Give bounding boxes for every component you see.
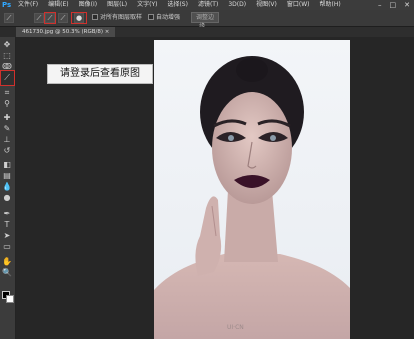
subtract-from-selection-icon[interactable]: ⟋ [58, 13, 68, 23]
auto-enhance-checkbox[interactable] [148, 14, 154, 20]
auto-enhance-label: 自动增强 [156, 14, 181, 21]
login-tooltip: 请登录后查看原图 [47, 64, 153, 84]
watermark-text: UI·CN [227, 324, 244, 331]
menu-view[interactable]: 视图(V) [256, 0, 277, 10]
type-icon[interactable]: T [2, 220, 12, 230]
background-color-swatch[interactable] [6, 295, 14, 303]
brush-icon[interactable]: ✎ [2, 124, 12, 134]
menu-bar: Ps 文件(F) 编辑(E) 图像(I) 图层(L) 文字(Y) 选择(S) 滤… [0, 0, 414, 10]
eyedropper-icon[interactable]: ⚲ [2, 99, 12, 109]
add-to-selection-icon[interactable]: ⟋ [45, 13, 55, 23]
blur-icon[interactable]: 💧 [2, 182, 12, 192]
quick-selection-icon[interactable]: ⟋ [2, 73, 12, 83]
sample-all-layers-label: 对所有图层取样 [100, 14, 143, 21]
portrait-photo [154, 56, 350, 339]
gradient-icon[interactable]: ▤ [2, 171, 12, 181]
window-controls: – □ ✕ [378, 0, 410, 10]
refine-edge-button[interactable]: 调整边缘... [191, 12, 219, 30]
menu-select[interactable]: 选择(S) [167, 0, 188, 10]
tools-panel: ✥ ⬚ ↂ ⟋ ⌗ ⚲ ✚ ✎ ⊥ ↺ ◧ ▤ 💧 ● ✒ T ➤ ▭ ✋ 🔍 [0, 37, 16, 339]
menu-help[interactable]: 帮助(H) [320, 0, 341, 10]
menu-layer[interactable]: 图层(L) [107, 0, 127, 10]
minimize-icon[interactable]: – [378, 0, 382, 10]
hand-icon[interactable]: ✋ [2, 257, 12, 267]
menu-file[interactable]: 文件(F) [18, 0, 38, 10]
document-tab-bar: 461730.jpg @ 50.3% (RGB/8) × [16, 27, 414, 37]
move-icon[interactable]: ✥ [2, 40, 12, 50]
menu-type[interactable]: 文字(Y) [137, 0, 157, 10]
clone-stamp-icon[interactable]: ⊥ [2, 135, 12, 145]
close-icon[interactable]: ✕ [404, 0, 410, 10]
crop-icon[interactable]: ⌗ [2, 88, 12, 98]
brush-size-picker-icon[interactable]: ● [74, 13, 84, 23]
options-bar: ⟋ ⟋ ⟋ ⟋ ● 对所有图层取样 自动增强 调整边缘... [0, 10, 414, 30]
eraser-icon[interactable]: ◧ [2, 160, 12, 170]
menu-3d[interactable]: 3D(D) [228, 0, 246, 10]
pen-icon[interactable]: ✒ [2, 209, 12, 219]
menu-filter[interactable]: 滤镜(T) [198, 0, 218, 10]
healing-icon[interactable]: ✚ [2, 113, 12, 123]
maximize-icon[interactable]: □ [390, 0, 397, 10]
sample-all-layers-checkbox[interactable] [92, 14, 98, 20]
menu-edit[interactable]: 编辑(E) [48, 0, 68, 10]
menu-image[interactable]: 图像(I) [79, 0, 97, 10]
path-selection-icon[interactable]: ➤ [2, 231, 12, 241]
marquee-icon[interactable]: ⬚ [2, 51, 12, 61]
rectangle-icon[interactable]: ▭ [2, 242, 12, 252]
new-selection-icon[interactable]: ⟋ [34, 13, 44, 23]
photoshop-logo-icon: Ps [2, 1, 12, 9]
menu-list: 文件(F) 编辑(E) 图像(I) 图层(L) 文字(Y) 选择(S) 滤镜(T… [18, 0, 341, 10]
tool-preset-icon[interactable]: ⟋ [4, 13, 14, 23]
document-tab[interactable]: 461730.jpg @ 50.3% (RGB/8) × [16, 27, 116, 37]
history-brush-icon[interactable]: ↺ [2, 146, 12, 156]
document-canvas-photo[interactable]: UI·CN [154, 40, 350, 339]
dodge-icon[interactable]: ● [2, 193, 12, 203]
menu-window[interactable]: 窗口(W) [287, 0, 310, 10]
zoom-icon[interactable]: 🔍 [2, 268, 12, 278]
